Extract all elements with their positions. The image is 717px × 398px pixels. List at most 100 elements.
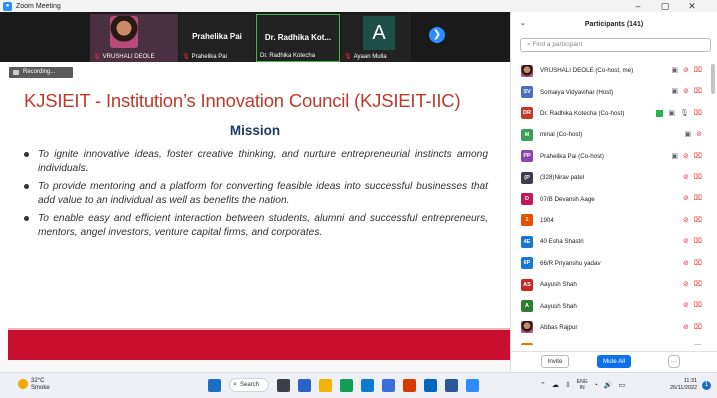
participant-video — [110, 16, 138, 48]
notification-badge[interactable]: 1 — [702, 381, 711, 390]
camera-icon[interactable]: ▣ — [685, 130, 692, 138]
video-off-icon[interactable]: ⌧ — [694, 87, 702, 95]
participant-row[interactable]: AS Aayush Shah ⊘ ⌧ — [511, 274, 708, 295]
mic-muted-icon[interactable]: ⊘ — [683, 237, 689, 245]
video-off-icon[interactable]: ⌧ — [694, 173, 702, 181]
zoom-icon[interactable] — [466, 378, 479, 392]
clock[interactable]: 11:31 26/11/2022 — [670, 378, 697, 392]
language-indicator[interactable]: ENG IN — [577, 379, 588, 391]
more-options-button[interactable]: ··· — [668, 355, 680, 368]
video-tile-ayaan[interactable]: A 🎙 Ayaan Mulla — [341, 14, 411, 62]
close-button[interactable]: ✕ — [682, 0, 702, 12]
participant-scrollbar[interactable] — [711, 64, 715, 94]
video-tile-radhika[interactable]: Dr. Radhika Kot... Dr. Radhika Kotecha — [256, 14, 340, 62]
participant-row[interactable]: Abbas Rajpur ⊘ ⌧ — [511, 317, 708, 338]
mic-muted-icon[interactable]: ⊘ — [683, 323, 689, 331]
camera-icon[interactable]: ▣ — [668, 109, 675, 117]
video-off-icon[interactable]: ⌧ — [694, 109, 702, 117]
video-off-icon[interactable]: ⌧ — [694, 66, 702, 74]
video-off-icon[interactable]: ⌧ — [694, 344, 702, 345]
invite-button[interactable]: Invite — [541, 355, 569, 368]
video-off-icon[interactable]: ⌧ — [694, 323, 702, 331]
taskview-icon[interactable] — [277, 378, 290, 392]
battery-icon[interactable]: ▭ — [619, 381, 626, 389]
wifi-icon[interactable]: ◔ — [594, 382, 598, 389]
participant-row[interactable]: Mminal (Co-host) ▣ ⊘ — [511, 124, 708, 145]
mute-all-button[interactable]: Mute All — [597, 355, 631, 368]
taskbar-search-box[interactable]: Search — [229, 378, 269, 392]
mail-icon[interactable] — [403, 378, 416, 392]
mic-muted-icon[interactable]: ⊘ — [683, 216, 689, 224]
edge-icon[interactable] — [361, 378, 374, 392]
participant-avatar: 4E — [521, 235, 533, 248]
volume-icon[interactable]: 🔊 — [604, 381, 613, 389]
video-off-icon[interactable]: ⌧ — [694, 280, 702, 288]
participants-footer: Invite Mute All ··· — [511, 351, 717, 372]
explorer-icon[interactable] — [319, 378, 332, 392]
bullet-item: To provide mentoring and a platform for … — [24, 180, 488, 207]
bullet-list: To ignite innovative ideas, foster creat… — [24, 148, 488, 244]
participant-row[interactable]: (P (328)Nirav patel ⊘ ⌧ — [511, 167, 708, 188]
participant-row[interactable]: DR Dr. Radhika Kotecha (Co-host) ▣ 🎙 ⌧ — [511, 103, 708, 124]
minimize-button[interactable]: – — [628, 0, 648, 12]
weather-sun-icon — [18, 379, 28, 389]
video-off-icon[interactable]: ⌧ — [694, 259, 702, 267]
participant-row[interactable]: AKAbdul Kadir Khan⊘⌧ — [511, 338, 708, 345]
recording-indicator[interactable]: Recording... — [9, 67, 73, 78]
chrome-icon[interactable] — [340, 378, 353, 392]
participant-row[interactable]: A Aayush Shah ⊘ ⌧ — [511, 295, 708, 316]
video-tile-vrushali[interactable]: 🎙 VRUSHALI DEOLE — [90, 14, 178, 62]
participant-row[interactable]: 1 1904 ⊘ ⌧ — [511, 210, 708, 231]
participant-avatar — [521, 64, 533, 77]
participant-avatar: D — [521, 193, 533, 206]
video-off-icon[interactable]: ⌧ — [694, 152, 702, 160]
participant-search-input[interactable]: ⌕ Find a participant — [520, 38, 711, 52]
gallery-strip: 🎙 VRUSHALI DEOLE Prahelika Pai 🎙 Prahelika… — [0, 12, 510, 62]
widgets-icon[interactable] — [298, 378, 311, 392]
maximize-button[interactable]: ▢ — [655, 0, 675, 12]
tile-label: Dr. Radhika Kotecha — [260, 53, 316, 59]
participant-row[interactable]: SV Somaiya Vidyavihar (Host) ▣ ⊘ ⌧ — [511, 81, 708, 102]
window-title: Zoom Meeting — [16, 2, 61, 10]
teams-icon[interactable] — [424, 378, 437, 392]
camera-icon[interactable]: ▣ — [671, 66, 678, 74]
video-off-icon[interactable]: ⌧ — [694, 216, 702, 224]
video-off-icon[interactable]: ⌧ — [694, 301, 702, 309]
avatar: A — [363, 16, 395, 50]
camera-icon[interactable]: ▣ — [671, 152, 678, 160]
mic-muted-icon[interactable]: ⊘ — [683, 344, 689, 345]
start-icon[interactable] — [208, 378, 221, 392]
word-icon[interactable] — [445, 378, 458, 392]
title-bar: ● Zoom Meeting – ▢ ✕ — [0, 0, 717, 12]
mic-muted-icon[interactable]: ⊘ — [683, 301, 689, 309]
mic-muted-icon[interactable]: ⊘ — [683, 194, 689, 202]
next-page-icon[interactable]: ❯ — [429, 27, 445, 43]
mic-muted-icon[interactable]: ⊘ — [683, 259, 689, 267]
participant-row[interactable]: D 07/B Devansh Aage ⊘ ⌧ — [511, 188, 708, 209]
mic-muted-icon[interactable]: ⊘ — [683, 280, 689, 288]
network-icon[interactable]: ☁ — [552, 381, 559, 389]
store-icon[interactable] — [382, 378, 395, 392]
participant-row[interactable]: 6P 66/R Priyanshu yadav ⊘ ⌧ — [511, 253, 708, 274]
slide-footer — [0, 360, 510, 372]
chevron-up-icon[interactable]: ⌃ — [540, 381, 546, 389]
mic-muted-icon[interactable]: ⊘ — [696, 130, 702, 138]
mic-muted-icon[interactable]: ⊘ — [683, 152, 689, 160]
participant-row[interactable]: PP Prahelika Pai (Co-host) ▣ ⊘ ⌧ — [511, 146, 708, 167]
screen-share-icon[interactable] — [656, 109, 664, 117]
video-off-icon[interactable]: ⌧ — [694, 237, 702, 245]
collapse-chevron-icon[interactable]: ⌄ — [520, 19, 526, 27]
participant-avatar: (P — [521, 171, 533, 184]
camera-icon[interactable]: ▣ — [671, 87, 678, 95]
video-tile-prahelika[interactable]: Prahelika Pai 🎙 Prahelika Pai — [179, 14, 255, 62]
mic-muted-icon[interactable]: ⊘ — [683, 66, 689, 74]
mic-muted-icon[interactable]: ⊘ — [683, 87, 689, 95]
mic-muted-icon[interactable]: ⊘ — [683, 173, 689, 181]
video-off-icon[interactable]: ⌧ — [694, 194, 702, 202]
zoom-logo-icon: ● — [3, 1, 12, 11]
participant-row[interactable]: VRUSHALI DEOLE (Co-host, me) ▣ ⊘ ⌧ — [511, 60, 708, 81]
participant-row[interactable]: 4E 40 Esha Shastri ⊘ ⌧ — [511, 231, 708, 252]
weather-widget[interactable]: 32°C Smoke — [18, 378, 50, 392]
usb-icon[interactable]: ⇩ — [565, 381, 571, 389]
mic-icon[interactable]: 🎙 — [680, 109, 689, 117]
